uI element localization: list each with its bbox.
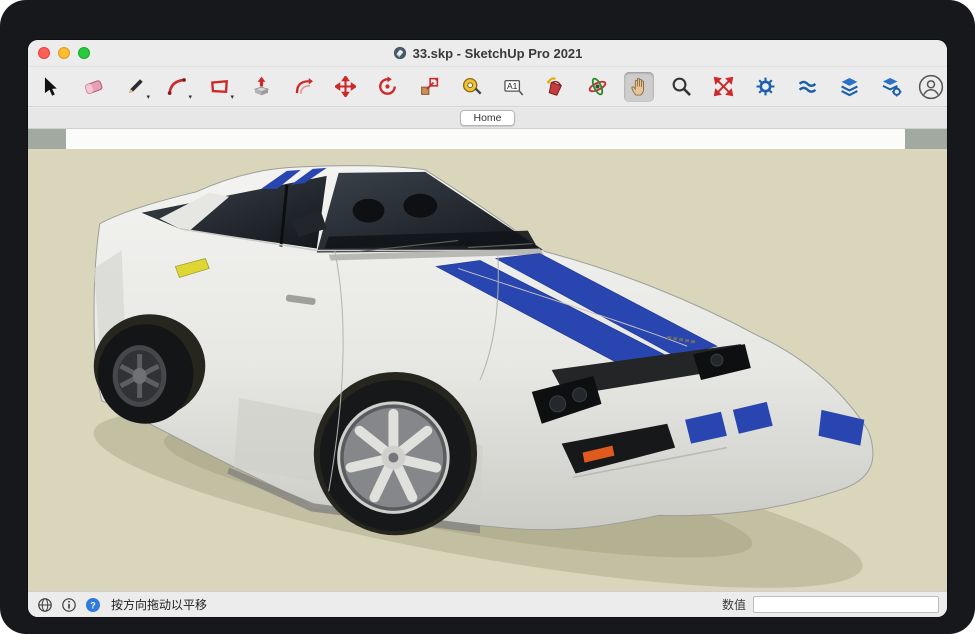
gear-icon xyxy=(755,76,776,97)
svg-text:?: ? xyxy=(90,600,96,610)
offset-icon xyxy=(293,76,314,97)
model-settings-tool-button[interactable] xyxy=(750,72,780,102)
push-pull-icon xyxy=(251,76,272,97)
waves-icon xyxy=(797,76,818,97)
titlebar: 33.skp - SketchUp Pro 2021 xyxy=(28,40,947,67)
select-tool-button[interactable] xyxy=(36,72,66,102)
text-label-icon: A1 xyxy=(503,76,524,97)
scale-tool-button[interactable] xyxy=(414,72,444,102)
title-area: 33.skp - SketchUp Pro 2021 xyxy=(28,40,947,66)
close-button[interactable] xyxy=(38,47,50,59)
rotate-tool-button[interactable] xyxy=(372,72,402,102)
paint-bucket-icon xyxy=(545,76,566,97)
status-hint: 按方向拖动以平移 xyxy=(111,596,207,613)
orbit-tool-button[interactable] xyxy=(582,72,612,102)
scene-tabs: Home xyxy=(28,108,947,129)
rectangle-icon xyxy=(209,76,230,97)
viewport-corner-right xyxy=(905,129,947,149)
info-icon xyxy=(61,597,77,613)
sketchup-window: 33.skp - SketchUp Pro 2021 ▾ ▾ ▾ A1 Home xyxy=(28,40,947,617)
cursor-icon xyxy=(41,76,62,97)
scene-tab-home[interactable]: Home xyxy=(460,110,514,126)
offset-tool-button[interactable] xyxy=(288,72,318,102)
chevron-down-icon[interactable]: ▾ xyxy=(146,94,150,101)
rotate-icon xyxy=(377,76,398,97)
device-frame: 33.skp - SketchUp Pro 2021 ▾ ▾ ▾ A1 Home xyxy=(0,0,975,634)
layers-tool-button[interactable] xyxy=(834,72,864,102)
text-tool-button[interactable]: A1 xyxy=(498,72,528,102)
layers-gear-icon xyxy=(881,76,902,97)
fullscreen-button[interactable] xyxy=(78,47,90,59)
move-tool-button[interactable] xyxy=(330,72,360,102)
zoom-extents-icon xyxy=(713,76,734,97)
minimize-button[interactable] xyxy=(58,47,70,59)
viewport-sky xyxy=(66,129,905,149)
magnifier-icon xyxy=(671,76,692,97)
hand-icon xyxy=(629,76,650,97)
move-arrows-icon xyxy=(335,76,356,97)
toolbar: ▾ ▾ ▾ A1 xyxy=(28,67,947,107)
measurements-input[interactable] xyxy=(753,596,939,613)
user-avatar-icon xyxy=(918,74,944,100)
help-button[interactable]: ? xyxy=(84,596,101,613)
layers-icon xyxy=(839,76,860,97)
push-pull-tool-button[interactable] xyxy=(246,72,276,102)
window-title: 33.skp - SketchUp Pro 2021 xyxy=(413,46,583,61)
chevron-down-icon[interactable]: ▾ xyxy=(188,94,192,101)
viewport-horizon-band xyxy=(28,129,947,149)
line-tool-button[interactable]: ▾ xyxy=(120,72,150,102)
viewport-canvas[interactable] xyxy=(28,129,947,591)
orbit-icon xyxy=(587,76,608,97)
scale-icon xyxy=(419,76,440,97)
question-mark-icon: ? xyxy=(85,597,101,613)
tape-measure-icon xyxy=(461,76,482,97)
sketchup-logo-icon xyxy=(393,46,407,60)
measurements-label: 数值 xyxy=(722,596,746,613)
account-avatar-button[interactable] xyxy=(918,74,944,100)
pan-tool-button[interactable] xyxy=(624,72,654,102)
eraser-icon xyxy=(83,76,104,97)
soften-edges-tool-button[interactable] xyxy=(792,72,822,102)
car-model xyxy=(28,149,947,591)
traffic-lights xyxy=(38,47,90,59)
globe-icon xyxy=(37,597,53,613)
credits-button[interactable] xyxy=(60,596,77,613)
paint-bucket-tool-button[interactable] xyxy=(540,72,570,102)
viewport-corner-left xyxy=(28,129,66,149)
geolocation-button[interactable] xyxy=(36,596,53,613)
zoom-tool-button[interactable] xyxy=(666,72,696,102)
shapes-tool-button[interactable]: ▾ xyxy=(204,72,234,102)
svg-text:A1: A1 xyxy=(506,81,517,91)
statusbar: ? 按方向拖动以平移 数值 xyxy=(28,591,947,617)
pencil-icon xyxy=(125,76,146,97)
chevron-down-icon[interactable]: ▾ xyxy=(230,94,234,101)
tape-measure-tool-button[interactable] xyxy=(456,72,486,102)
eraser-tool-button[interactable] xyxy=(78,72,108,102)
viewport-ground xyxy=(28,149,947,591)
arc-icon xyxy=(167,76,188,97)
arc-tool-button[interactable]: ▾ xyxy=(162,72,192,102)
layer-settings-tool-button[interactable] xyxy=(876,72,906,102)
zoom-extents-tool-button[interactable] xyxy=(708,72,738,102)
